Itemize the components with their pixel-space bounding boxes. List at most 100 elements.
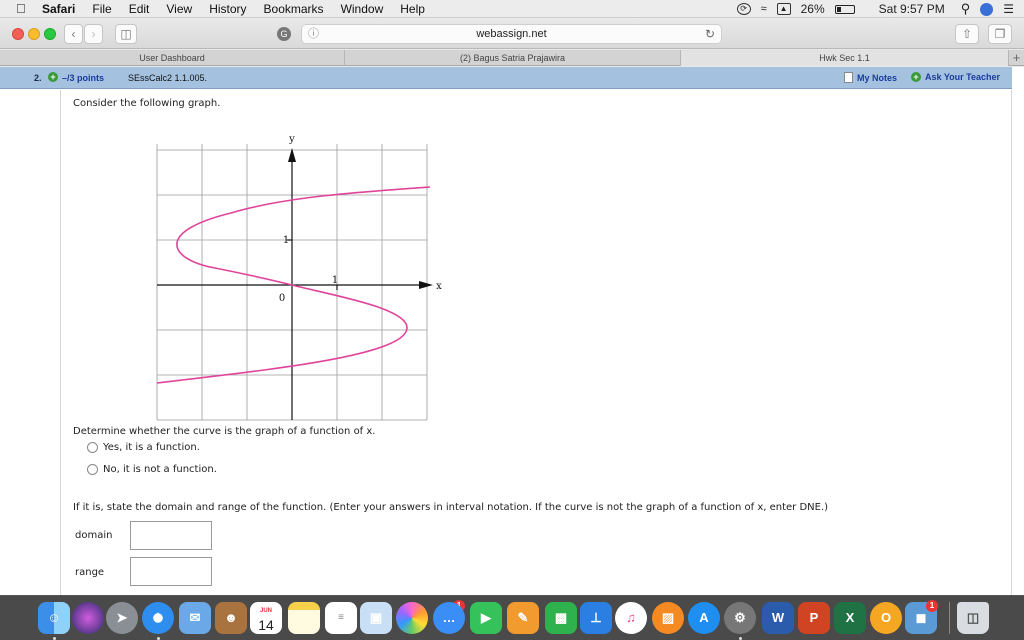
- mail-icon[interactable]: ✉: [179, 602, 211, 634]
- tab-label: User Dashboard: [139, 53, 205, 63]
- dock: ☺ ➤ ✦ ✉ ☻ JUN 14 ≡ ▣ 1 … 1 ▶ ✎ ▩ ⊥ ♫ ▨ A…: [0, 595, 1024, 640]
- teams-badge: 1: [926, 600, 938, 612]
- reload-icon[interactable]: ↻: [705, 25, 715, 43]
- excel-icon[interactable]: X: [834, 602, 866, 634]
- range-input[interactable]: [130, 557, 212, 586]
- airplay-icon[interactable]: ▲: [776, 3, 791, 15]
- keynote-icon[interactable]: ⊥: [580, 602, 612, 634]
- instructions-text: If it is, state the domain and range of …: [73, 502, 829, 513]
- menu-edit[interactable]: Edit: [129, 2, 150, 16]
- function-graph: y x 0 1 1: [156, 136, 442, 421]
- powerpoint-icon[interactable]: P: [798, 602, 830, 634]
- question-prompt: Consider the following graph.: [73, 98, 221, 109]
- y-tick-label: 1: [283, 235, 289, 246]
- wifi-icon[interactable]: ≈: [761, 3, 767, 15]
- ibooks-icon[interactable]: ▨: [652, 602, 684, 634]
- calendar-icon[interactable]: JUN 14: [250, 602, 282, 634]
- question-body: Consider the following graph. y x 0 1 1: [60, 90, 1012, 595]
- menu-history[interactable]: History: [209, 2, 246, 16]
- question-header: 2. + –/3 points SEssCalc2 1.1.005. My No…: [0, 67, 1012, 89]
- pages-icon[interactable]: ✎: [507, 602, 539, 634]
- x-axis-arrow: [419, 281, 433, 289]
- address-bar[interactable]: ⓘ webassign.net ↻: [301, 24, 722, 44]
- minimize-window-button[interactable]: [28, 28, 40, 40]
- notes-icon[interactable]: [288, 602, 320, 634]
- domain-input[interactable]: [130, 521, 212, 550]
- facetime-icon[interactable]: ▶: [470, 602, 502, 634]
- option-yes[interactable]: Yes, it is a function.: [87, 442, 200, 453]
- menu-app-name[interactable]: Safari: [42, 2, 75, 16]
- preview-icon[interactable]: ▣: [360, 602, 392, 634]
- expand-icon[interactable]: +: [48, 72, 58, 82]
- time-machine-icon[interactable]: ⟳: [736, 3, 751, 15]
- privacy-icon: ⓘ: [308, 28, 319, 40]
- menu-help[interactable]: Help: [400, 2, 425, 16]
- menu-bookmarks[interactable]: Bookmarks: [264, 2, 324, 16]
- ghostery-icon[interactable]: G: [277, 27, 291, 41]
- tab-label: Hwk Sec 1.1: [819, 53, 870, 63]
- clock[interactable]: Sat 9:57 PM: [879, 2, 945, 16]
- plus-icon: +: [911, 72, 921, 82]
- option-no[interactable]: No, it is not a function.: [87, 464, 217, 475]
- apple-menu-icon[interactable]: : [16, 1, 34, 16]
- option-no-label: No, it is not a function.: [103, 464, 217, 475]
- tab-user-dashboard[interactable]: User Dashboard: [0, 50, 345, 66]
- zoom-window-button[interactable]: [44, 28, 56, 40]
- close-window-button[interactable]: [12, 28, 24, 40]
- app-store-icon[interactable]: A: [688, 602, 720, 634]
- new-tab-button[interactable]: +: [1009, 50, 1024, 66]
- word-icon[interactable]: W: [762, 602, 794, 634]
- menu-file[interactable]: File: [92, 2, 111, 16]
- question-points: –/3 points: [62, 73, 105, 83]
- question-code: SEssCalc2 1.1.005.: [128, 73, 208, 83]
- browser-toolbar: ‹ › ◫ G ⓘ webassign.net ↻ ⇧ ❐: [0, 19, 1024, 49]
- sidebar-icon[interactable]: ◫: [115, 24, 137, 44]
- calendar-month: JUN: [259, 608, 272, 614]
- itunes-icon[interactable]: ♫: [615, 602, 647, 634]
- x-axis-label: x: [436, 281, 442, 292]
- question-number: 2.: [34, 73, 42, 83]
- x-tick-label: 1: [332, 275, 338, 286]
- battery-percent: 26%: [800, 2, 825, 16]
- spotlight-icon[interactable]: ⚲: [961, 1, 971, 17]
- menu-view[interactable]: View: [166, 2, 192, 16]
- numbers-icon[interactable]: ▩: [545, 602, 577, 634]
- menu-bar:  Safari File Edit View History Bookmark…: [0, 0, 1024, 18]
- my-notes-label: My Notes: [857, 73, 898, 83]
- battery-icon[interactable]: [834, 4, 855, 14]
- determine-text: Determine whether the curve is the graph…: [73, 426, 376, 437]
- trash-icon[interactable]: ◫: [957, 602, 989, 634]
- onenote-icon[interactable]: O: [870, 602, 902, 634]
- forward-button[interactable]: ›: [84, 24, 103, 44]
- my-notes-link[interactable]: My Notes: [844, 72, 897, 83]
- tab-hwk-sec[interactable]: Hwk Sec 1.1: [681, 50, 1009, 66]
- system-preferences-icon[interactable]: ⚙: [724, 602, 756, 634]
- siri-icon[interactable]: [72, 602, 104, 634]
- ask-teacher-link[interactable]: + Ask Your Teacher: [911, 72, 1000, 82]
- y-axis-label: y: [288, 136, 295, 145]
- ask-teacher-label: Ask Your Teacher: [925, 72, 1001, 82]
- option-yes-label: Yes, it is a function.: [103, 442, 200, 453]
- tab-bagus-satria[interactable]: (2) Bagus Satria Prajawira: [345, 50, 681, 66]
- notes-icon: [844, 72, 853, 83]
- domain-label: domain: [75, 530, 113, 541]
- photos-icon[interactable]: [396, 602, 428, 634]
- calendar-day: 14: [258, 617, 274, 633]
- reminders-icon[interactable]: ≡: [325, 602, 357, 634]
- dock-separator: [949, 602, 950, 634]
- radio-yes[interactable]: [87, 442, 98, 453]
- launchpad-icon[interactable]: ➤: [106, 602, 138, 634]
- back-button[interactable]: ‹: [64, 24, 83, 44]
- safari-icon[interactable]: ✦: [142, 602, 174, 634]
- siri-menu-icon[interactable]: [980, 2, 994, 16]
- webpage: 2. + –/3 points SEssCalc2 1.1.005. My No…: [0, 67, 1024, 595]
- messages-icon[interactable]: …: [433, 602, 465, 634]
- contacts-icon[interactable]: ☻: [215, 602, 247, 634]
- url-text: webassign.net: [476, 28, 547, 40]
- show-tabs-button[interactable]: ❐: [988, 24, 1012, 44]
- radio-no[interactable]: [87, 464, 98, 475]
- finder-icon[interactable]: ☺: [38, 602, 70, 634]
- notification-center-icon[interactable]: ☰: [1003, 2, 1014, 16]
- menu-window[interactable]: Window: [341, 2, 384, 16]
- share-button[interactable]: ⇧: [955, 24, 979, 44]
